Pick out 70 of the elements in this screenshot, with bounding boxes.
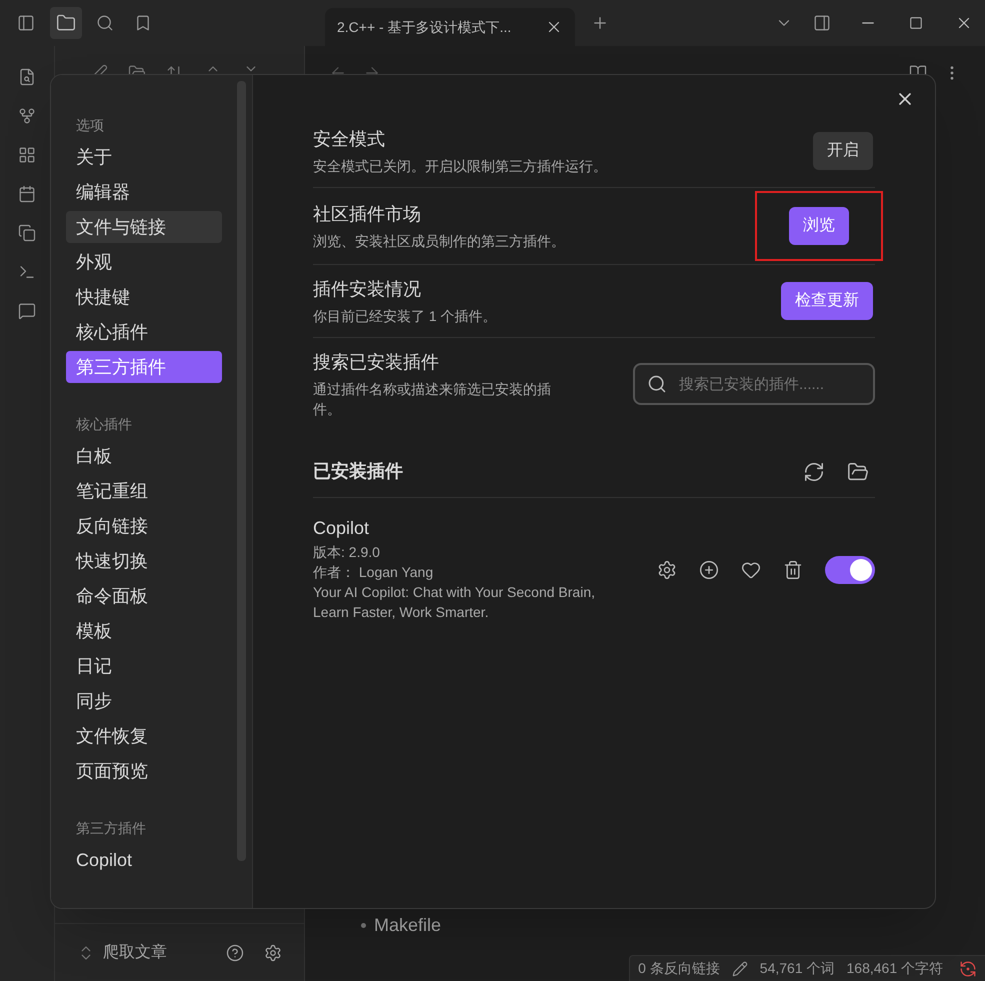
settings-nav-item[interactable]: 外观	[66, 246, 222, 278]
settings-nav-item[interactable]: 关于	[66, 141, 222, 173]
bookmark-icon[interactable]	[134, 14, 152, 32]
calendar-icon[interactable]	[18, 185, 36, 203]
bullet-icon	[361, 923, 366, 928]
grid-icon[interactable]	[18, 146, 36, 164]
word-count: 54,761 个词	[760, 959, 834, 978]
sync-icon[interactable]	[959, 960, 977, 978]
settings-nav-item[interactable]: 日记	[66, 650, 222, 682]
setting-description: 安全模式已关闭。开启以限制第三方插件运行。	[313, 157, 608, 176]
plugin-author: 作者： Logan Yang	[313, 563, 434, 582]
copy-icon[interactable]	[18, 224, 36, 242]
setting-description: 你目前已经安装了 1 个插件。	[313, 307, 498, 326]
new-tab-icon[interactable]	[591, 14, 609, 32]
setting-name: 社区插件市场	[313, 203, 422, 226]
plugin-version: 版本: 2.9.0	[313, 543, 381, 562]
settings-icon[interactable]	[264, 944, 282, 962]
search-icon	[647, 374, 667, 394]
settings-nav-item[interactable]: 快捷键	[66, 281, 222, 313]
settings-nav-item[interactable]: 核心插件	[66, 316, 222, 348]
edit-mode-icon[interactable]	[732, 960, 748, 976]
section-heading: 选项	[75, 116, 105, 135]
settings-nav-item[interactable]: 页面预览	[66, 755, 222, 787]
help-icon[interactable]	[226, 944, 244, 962]
settings-nav-item[interactable]: Copilot	[66, 844, 222, 876]
installed-plugins-heading: 已安装插件	[313, 460, 403, 483]
section-heading: 第三方插件	[75, 819, 147, 838]
setting-button[interactable]: 开启	[813, 132, 873, 170]
settings-nav-item[interactable]: 快速切换	[66, 545, 222, 577]
setting-description: 浏览、安装社区成员制作的第三方插件。	[313, 232, 566, 251]
file-search-icon[interactable]	[18, 68, 36, 86]
folder-icon[interactable]	[847, 460, 869, 482]
setting-button[interactable]: 检查更新	[781, 282, 873, 320]
settings-nav-item[interactable]: 编辑器	[66, 176, 222, 208]
plugin-description: Your AI Copilot: Chat with Your Second Brain, Learn Faster, Work Smarter.	[313, 583, 596, 622]
settings-nav-item[interactable]: 笔记重组	[66, 475, 222, 507]
chat-icon[interactable]	[18, 302, 36, 320]
reload-icon[interactable]	[803, 460, 825, 482]
settings-nav-item[interactable]: 文件恢复	[66, 720, 222, 752]
setting-name: 插件安装情况	[313, 278, 422, 301]
settings-nav-item[interactable]: 第三方插件	[66, 351, 222, 383]
character-count: 168,461 个字符	[846, 959, 943, 978]
list-item: Makefile	[374, 914, 442, 937]
section-heading: 核心插件	[75, 415, 133, 434]
setting-description: 通过插件名称或描述来筛选已安装的插件。	[313, 380, 552, 419]
setting-name: 安全模式	[313, 128, 386, 151]
heart-icon[interactable]	[741, 560, 761, 580]
delete-icon[interactable]	[783, 560, 803, 580]
sidebar-toggle-icon[interactable]	[17, 14, 35, 32]
document-tab[interactable]: 2.C++ - 基于多设计模式下...	[325, 8, 575, 46]
setting-button[interactable]: 浏览	[789, 207, 849, 245]
settings-nav-item[interactable]: 文件与链接	[66, 211, 222, 243]
settings-nav-item[interactable]: 同步	[66, 685, 222, 717]
maximize-icon[interactable]	[909, 16, 923, 30]
settings-icon[interactable]	[657, 560, 677, 580]
plugin-name: Copilot	[313, 518, 370, 538]
toggle-switch[interactable]	[825, 556, 875, 584]
right-sidebar-icon[interactable]	[813, 14, 831, 32]
settings-nav-item[interactable]: 白板	[66, 440, 222, 472]
search-field[interactable]: 搜索已安装的插件......	[633, 363, 875, 405]
settings-nav-item[interactable]: 命令面板	[66, 580, 222, 612]
search-icon[interactable]	[96, 14, 114, 32]
settings-nav-item[interactable]: 模板	[66, 615, 222, 647]
folder-icon[interactable]	[56, 13, 76, 33]
setting-name: 搜索已安装插件	[313, 351, 440, 374]
graph-icon[interactable]	[18, 107, 36, 125]
backlinks-count[interactable]: 0 条反向链接	[638, 958, 720, 979]
terminal-icon[interactable]	[18, 263, 36, 281]
settings-nav-item[interactable]: 反向链接	[66, 510, 222, 542]
vault-name[interactable]: 爬取文章	[103, 940, 218, 964]
